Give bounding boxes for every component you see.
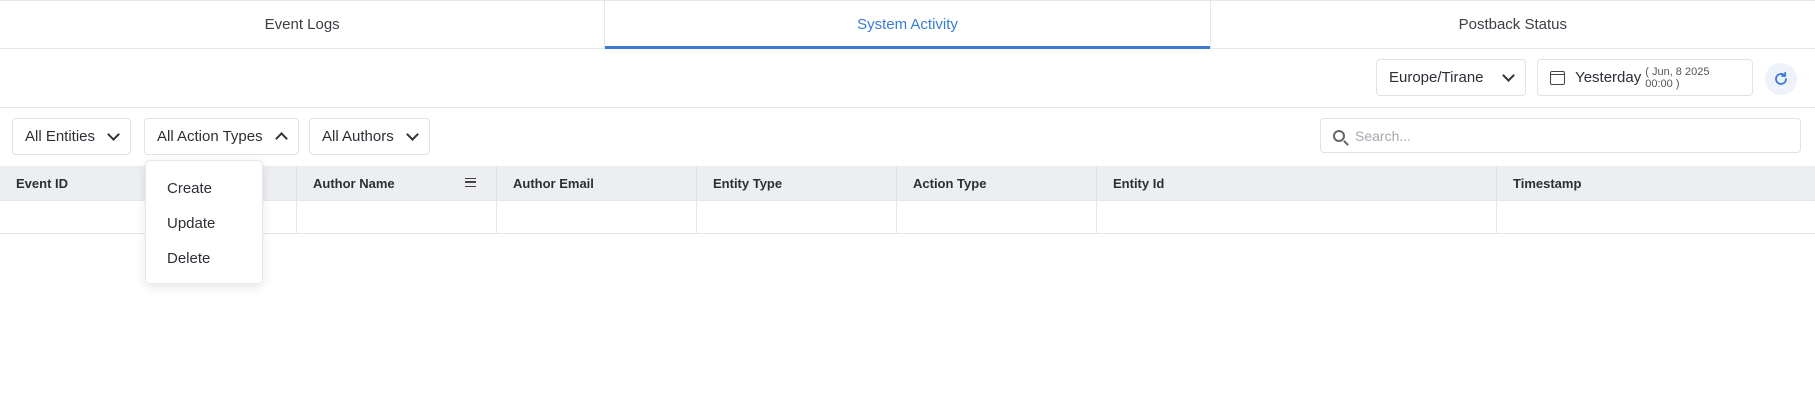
tab-system-activity[interactable]: System Activity: [605, 1, 1211, 49]
calendar-icon: [1550, 70, 1566, 85]
search-icon: [1333, 129, 1345, 142]
dropdown-item-update[interactable]: Update: [146, 206, 262, 241]
table-cell: [297, 201, 497, 233]
authors-filter-label: All Authors: [322, 128, 394, 145]
date-label: Yesterday: [1575, 69, 1642, 86]
tab-bar: Event Logs System Activity Postback Stat…: [0, 0, 1815, 49]
date-sub-label: ( Jun, 8 2025 00:00 ): [1645, 65, 1710, 90]
column-author-name[interactable]: Author Name: [297, 166, 497, 200]
entities-filter-label: All Entities: [25, 128, 96, 145]
refresh-button[interactable]: [1765, 63, 1797, 95]
column-action-type[interactable]: Action Type: [897, 166, 1097, 200]
column-entity-type[interactable]: Entity Type: [697, 166, 897, 200]
chevron-down-icon: [405, 127, 419, 141]
column-author-name-label: Author Name: [313, 175, 395, 191]
dropdown-item-create[interactable]: Create: [146, 171, 262, 206]
timezone-value: Europe/Tirane: [1389, 69, 1484, 86]
entities-filter[interactable]: All Entities: [12, 118, 132, 155]
table-row: [0, 201, 1815, 234]
table-cell: [497, 201, 697, 233]
toolbar: Europe/Tirane Yesterday ( Jun, 8 2025 00…: [0, 49, 1815, 108]
column-entity-id[interactable]: Entity Id: [1097, 166, 1497, 200]
table-cell: [697, 201, 897, 233]
table-header: Event ID Author Name Author Email Entity…: [0, 166, 1815, 201]
table-cell: [1097, 201, 1497, 233]
table-cell: [897, 201, 1097, 233]
column-menu-icon[interactable]: [465, 178, 476, 187]
column-event-id[interactable]: Event ID: [0, 166, 148, 200]
timezone-select[interactable]: Europe/Tirane: [1376, 59, 1526, 96]
refresh-icon: [1775, 71, 1787, 85]
tab-postback-status[interactable]: Postback Status: [1211, 1, 1815, 48]
search-box: [1320, 118, 1801, 153]
chevron-down-icon: [107, 127, 120, 141]
chevron-down-icon: [1502, 68, 1515, 82]
dropdown-item-delete[interactable]: Delete: [146, 241, 262, 276]
tab-event-logs[interactable]: Event Logs: [0, 1, 606, 48]
table-cell: [1497, 201, 1815, 233]
action-types-filter-label: All Action Types: [157, 128, 263, 145]
authors-filter[interactable]: All Authors: [309, 118, 430, 155]
column-timestamp[interactable]: Timestamp: [1497, 166, 1815, 200]
search-input[interactable]: [1355, 127, 1795, 144]
action-types-dropdown: Create Update Delete: [145, 160, 263, 284]
chevron-up-icon: [274, 132, 288, 145]
action-types-filter[interactable]: All Action Types: [144, 118, 299, 155]
column-author-email[interactable]: Author Email: [497, 166, 697, 200]
date-range-button[interactable]: Yesterday ( Jun, 8 2025 00:00 ): [1537, 59, 1753, 96]
